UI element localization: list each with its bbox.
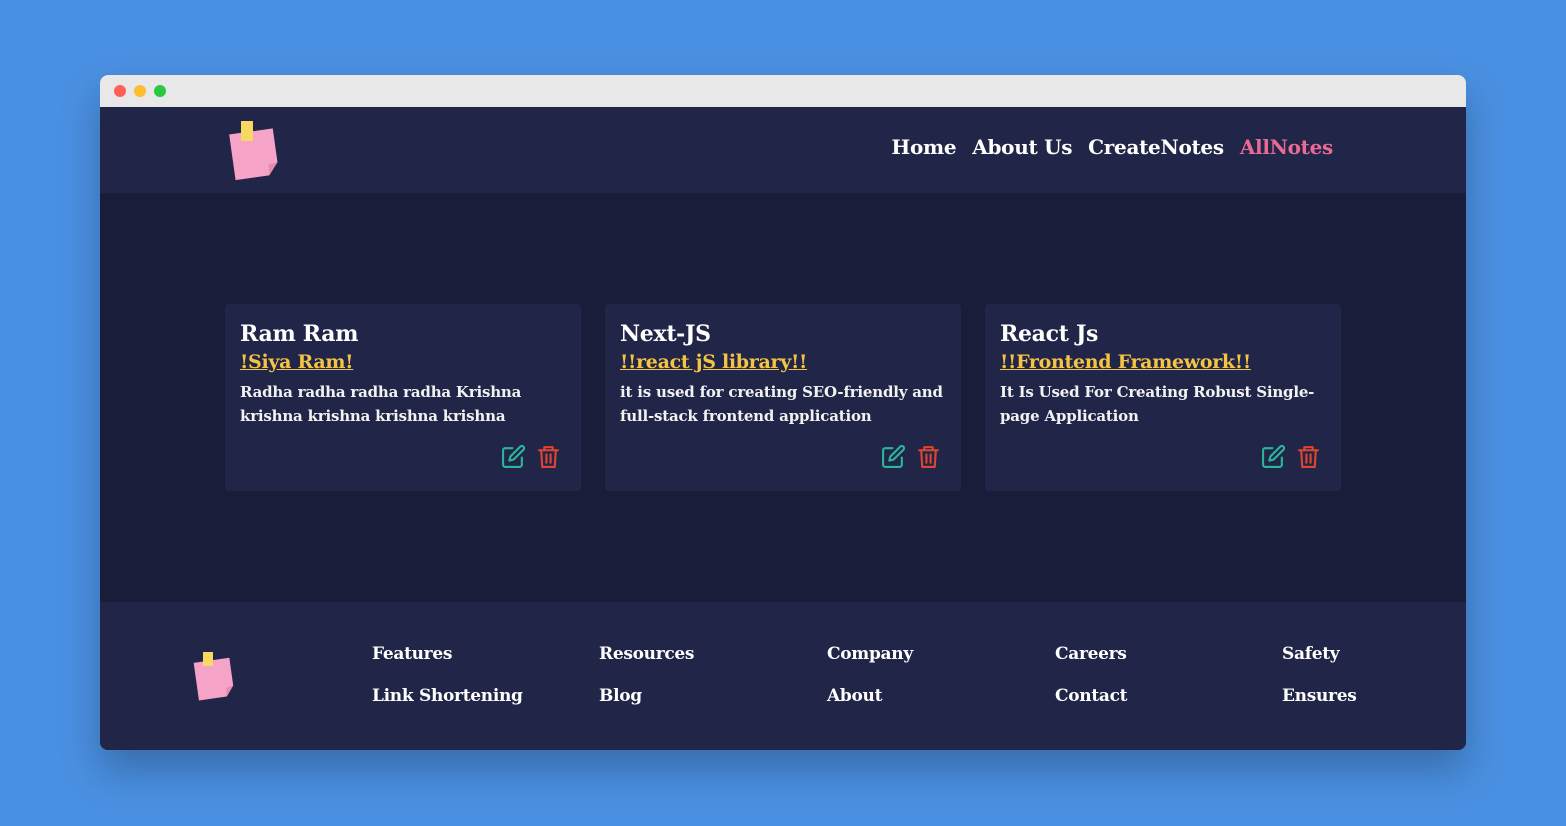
footer-link-contact[interactable]: Contact xyxy=(1055,684,1275,708)
trash-icon[interactable] xyxy=(536,444,561,469)
footer-column: Resources Blog xyxy=(599,642,819,726)
maximize-window-button[interactable] xyxy=(154,85,166,97)
footer-link-link-shortening[interactable]: Link Shortening xyxy=(372,684,592,708)
nav-link-create-notes[interactable]: CreateNotes xyxy=(1088,135,1224,159)
footer-link-blog[interactable]: Blog xyxy=(599,684,819,708)
footer-link-careers[interactable]: Careers xyxy=(1055,642,1275,666)
trash-icon[interactable] xyxy=(916,444,941,469)
footer-link-safety[interactable]: Safety xyxy=(1282,642,1392,666)
note-tag[interactable]: !Siya Ram! xyxy=(240,348,354,376)
note-title: Next-JS xyxy=(620,321,711,347)
footer-link-company[interactable]: Company xyxy=(827,642,1047,666)
footer-column: Safety Ensures xyxy=(1282,642,1392,726)
trash-icon[interactable] xyxy=(1296,444,1321,469)
note-description: It Is Used For Creating Robust Single-pa… xyxy=(1000,383,1315,425)
footer-column: Company About xyxy=(827,642,1047,726)
note-description: it is used for creating SEO-friendly and… xyxy=(620,383,943,425)
navbar: Home About Us CreateNotes AllNotes xyxy=(100,107,1466,193)
nav-link-about-us[interactable]: About Us xyxy=(972,135,1072,159)
edit-icon[interactable] xyxy=(501,444,526,469)
footer-link-about[interactable]: About xyxy=(827,684,1047,708)
minimize-window-button[interactable] xyxy=(134,85,146,97)
note-title: React Js xyxy=(1000,321,1099,347)
sticky-note-icon[interactable] xyxy=(192,650,238,702)
notes-list: Ram Ram !Siya Ram! Radha radha radha rad… xyxy=(225,304,1341,491)
footer: Features Link Shortening Resources Blog … xyxy=(100,602,1466,750)
footer-link-features[interactable]: Features xyxy=(372,642,592,666)
note-title: Ram Ram xyxy=(240,321,359,347)
footer-column: Features Link Shortening xyxy=(372,642,592,726)
nav-link-all-notes[interactable]: AllNotes xyxy=(1240,135,1333,159)
close-window-button[interactable] xyxy=(114,85,126,97)
browser-window: Home About Us CreateNotes AllNotes Ram R… xyxy=(100,75,1466,750)
note-actions xyxy=(501,444,561,469)
sticky-note-icon[interactable] xyxy=(226,119,286,183)
footer-link-resources[interactable]: Resources xyxy=(599,642,819,666)
note-description: Radha radha radha radha Krishna krishna … xyxy=(240,383,522,425)
edit-icon[interactable] xyxy=(1261,444,1286,469)
note-actions xyxy=(881,444,941,469)
note-card: React Js !!Frontend Framework!! It Is Us… xyxy=(985,304,1341,491)
note-card: Next-JS !!react jS library!! it is used … xyxy=(605,304,961,491)
notes-section: Ram Ram !Siya Ram! Radha radha radha rad… xyxy=(100,193,1466,602)
footer-link-ensures[interactable]: Ensures xyxy=(1282,684,1392,708)
note-card: Ram Ram !Siya Ram! Radha radha radha rad… xyxy=(225,304,581,491)
edit-icon[interactable] xyxy=(881,444,906,469)
note-tag[interactable]: !!react jS library!! xyxy=(620,348,807,376)
note-actions xyxy=(1261,444,1321,469)
footer-column: Careers Contact xyxy=(1055,642,1275,726)
nav-links: Home About Us CreateNotes AllNotes xyxy=(891,135,1333,159)
nav-link-home[interactable]: Home xyxy=(891,135,956,159)
note-tag[interactable]: !!Frontend Framework!! xyxy=(1000,348,1251,376)
window-titlebar xyxy=(100,75,1466,107)
